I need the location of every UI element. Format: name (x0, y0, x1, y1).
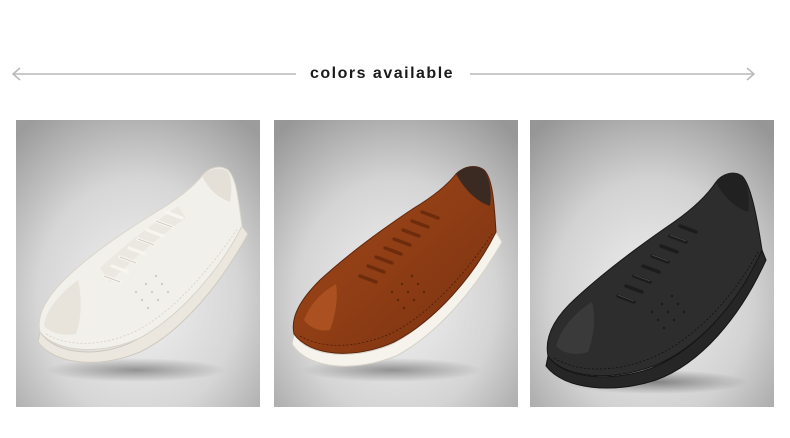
colors-available-banner: colors available (0, 0, 790, 438)
product-image-black (530, 120, 774, 407)
sneaker-white-icon (16, 120, 260, 407)
section-heading: colors available (296, 63, 468, 85)
sneaker-black-icon (530, 120, 774, 407)
product-image-white (16, 120, 260, 407)
sneaker-brown-icon (274, 120, 518, 407)
product-image-brown (274, 120, 518, 407)
